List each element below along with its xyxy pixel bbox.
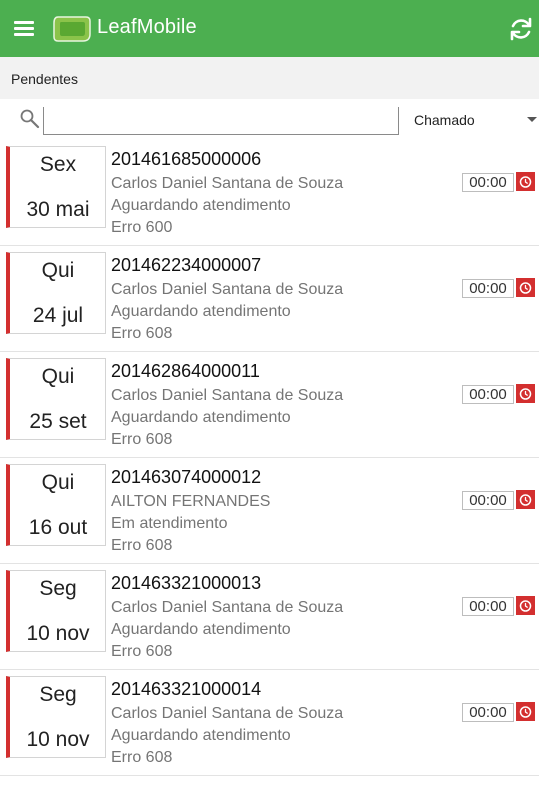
date-day-month: 25 set <box>29 410 87 433</box>
alarm-clock-icon[interactable] <box>516 172 535 191</box>
date-badge: Qui 24 jul <box>6 252 106 334</box>
ticket-error: Erro 608 <box>111 325 173 342</box>
ticket-row[interactable]: Seg 10 nov 201463321000014 Carlos Daniel… <box>0 670 539 776</box>
date-weekday: Seg <box>39 683 77 706</box>
date-weekday: Qui <box>41 259 75 282</box>
alarm-clock-icon[interactable] <box>516 384 535 403</box>
search-input[interactable] <box>43 107 399 135</box>
ticket-person: Carlos Daniel Santana de Souza <box>111 705 344 722</box>
ticket-row[interactable]: Qui 16 out 201463074000012 AILTON FERNAN… <box>0 458 539 564</box>
ticket-id: 201463074000012 <box>111 467 262 487</box>
ticket-status: Aguardando atendimento <box>111 409 291 426</box>
app-title: LeafMobile <box>97 16 197 38</box>
ticket-id: 201463321000014 <box>111 679 262 699</box>
ticket-id: 201462864000011 <box>111 361 260 381</box>
ticket-timer: 00:00 <box>462 279 514 298</box>
ticket-error: Erro 608 <box>111 537 173 554</box>
ticket-person: Carlos Daniel Santana de Souza <box>111 387 344 404</box>
ticket-row[interactable]: Sex 30 mai 201461685000006 Carlos Daniel… <box>0 140 539 246</box>
date-badge: Qui 25 set <box>6 358 106 440</box>
ticket-error: Erro 608 <box>111 431 173 448</box>
date-badge: Seg 10 nov <box>6 676 106 758</box>
ticket-status: Aguardando atendimento <box>111 621 291 638</box>
section-title: Pendentes <box>11 71 78 87</box>
leaf-logo-icon <box>53 16 91 42</box>
app-bar: LeafMobile <box>0 0 539 57</box>
date-day-month: 24 jul <box>32 304 84 327</box>
date-day-month: 30 mai <box>26 198 90 221</box>
ticket-person: Carlos Daniel Santana de Souza <box>111 281 344 298</box>
hamburger-menu-icon[interactable] <box>14 19 36 37</box>
alarm-clock-icon[interactable] <box>516 596 535 615</box>
date-day-month: 16 out <box>28 516 88 539</box>
date-weekday: Qui <box>41 471 75 494</box>
ticket-timer: 00:00 <box>462 491 514 510</box>
ticket-id: 201463321000013 <box>111 573 262 593</box>
date-badge: Seg 10 nov <box>6 570 106 652</box>
refresh-icon[interactable] <box>507 15 535 43</box>
ticket-status: Aguardando atendimento <box>111 727 291 744</box>
ticket-person: AILTON FERNANDES <box>111 493 271 510</box>
date-badge: Qui 16 out <box>6 464 106 546</box>
ticket-list: Sex 30 mai 201461685000006 Carlos Daniel… <box>0 140 539 776</box>
alarm-clock-icon[interactable] <box>516 702 535 721</box>
ticket-timer: 00:00 <box>462 173 514 192</box>
alarm-clock-icon[interactable] <box>516 278 535 297</box>
search-icon <box>20 109 40 129</box>
ticket-person: Carlos Daniel Santana de Souza <box>111 599 344 616</box>
alarm-clock-icon[interactable] <box>516 490 535 509</box>
ticket-timer: 00:00 <box>462 597 514 616</box>
ticket-id: 201462234000007 <box>111 255 262 275</box>
ticket-timer: 00:00 <box>462 703 514 722</box>
ticket-error: Erro 600 <box>111 219 173 236</box>
filter-dropdown[interactable]: Chamado <box>408 104 539 134</box>
ticket-status: Aguardando atendimento <box>111 303 291 320</box>
ticket-status: Em atendimento <box>111 515 228 532</box>
section-header: Pendentes <box>0 57 539 99</box>
chevron-down-icon <box>527 117 537 122</box>
ticket-row[interactable]: Seg 10 nov 201463321000013 Carlos Daniel… <box>0 564 539 670</box>
filter-selected-value: Chamado <box>414 112 475 128</box>
date-weekday: Seg <box>39 577 77 600</box>
ticket-error: Erro 608 <box>111 749 173 766</box>
ticket-timer: 00:00 <box>462 385 514 404</box>
date-day-month: 10 nov <box>26 728 90 751</box>
date-day-month: 10 nov <box>26 622 90 645</box>
ticket-error: Erro 608 <box>111 643 173 660</box>
ticket-row[interactable]: Qui 25 set 201462864000011 Carlos Daniel… <box>0 352 539 458</box>
date-badge: Sex 30 mai <box>6 146 106 228</box>
date-weekday: Qui <box>41 365 75 388</box>
date-weekday: Sex <box>39 153 77 176</box>
ticket-person: Carlos Daniel Santana de Souza <box>111 175 344 192</box>
ticket-status: Aguardando atendimento <box>111 197 291 214</box>
ticket-id: 201461685000006 <box>111 149 262 169</box>
ticket-row[interactable]: Qui 24 jul 201462234000007 Carlos Daniel… <box>0 246 539 352</box>
